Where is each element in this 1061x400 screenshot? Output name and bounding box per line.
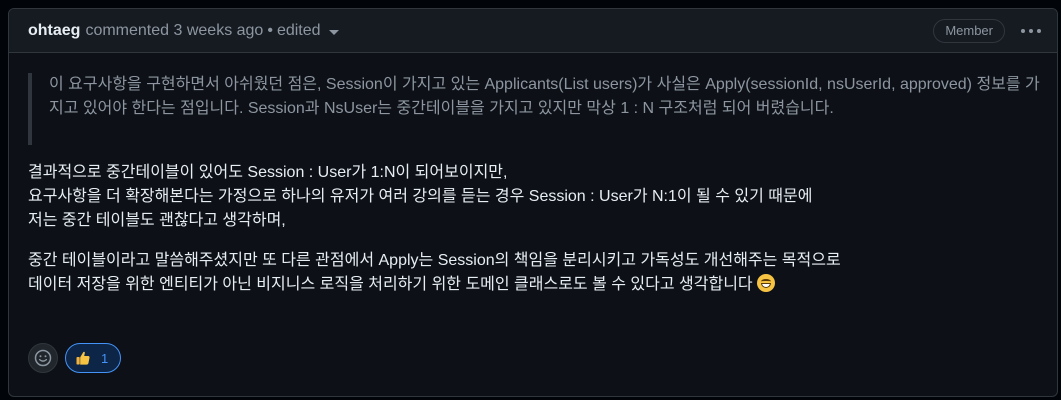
edited-dropdown[interactable]: edited (277, 22, 339, 40)
role-badge: Member (933, 18, 1005, 43)
edited-label: edited (276, 21, 321, 39)
paragraph-2-line-2: 데이터 저장을 위한 엔티티가 아닌 비지니스 로직을 처리하기 위한 도메인 … (28, 276, 753, 293)
paragraph-2-line-1: 중간 테이블이라고 말씀해주셨지만 또 다른 관점에서 Apply는 Sessi… (28, 252, 841, 269)
add-reaction-button[interactable] (28, 343, 58, 373)
comment-body: 이 요구사항을 구현하면서 아쉬웠던 점은, Session이 가지고 있는 A… (28, 53, 1041, 297)
paragraph-1: 결과적으로 중간테이블이 있어도 Session : User가 1:N이 되어… (28, 161, 1041, 233)
kebab-menu-icon[interactable] (1017, 17, 1045, 45)
meta-separator: • (267, 21, 273, 39)
quote-block: 이 요구사항을 구현하면서 아쉬웠던 점은, Session이 가지고 있는 A… (28, 73, 1041, 145)
reactions-bar: 1 (28, 343, 122, 373)
author-link[interactable]: ohtaeg (28, 22, 80, 40)
paragraph-1-line-3: 저는 중간 테이블도 괜찮다고 생각하며, (28, 212, 286, 229)
smile-emoji-icon (756, 274, 775, 292)
caret-down-icon (328, 29, 339, 35)
paragraph-2: 중간 테이블이라고 말씀해주셨지만 또 다른 관점에서 Apply는 Sessi… (28, 249, 1041, 297)
comment-card: ohtaeg commented 3 weeks ago • edited Me… (8, 8, 1058, 397)
quote-text: 이 요구사항을 구현하면서 아쉬웠던 점은, Session이 가지고 있는 A… (49, 76, 1040, 117)
paragraph-1-line-1: 결과적으로 중간테이블이 있어도 Session : User가 1:N이 되어… (28, 164, 508, 181)
smiley-icon (34, 349, 52, 367)
comment-header: ohtaeg commented 3 weeks ago • edited Me… (9, 9, 1057, 53)
thumbs-up-reaction-button[interactable]: 1 (65, 343, 122, 373)
paragraph-1-line-2: 요구사항을 더 확장해본다는 가정으로 하나의 유저가 여러 강의를 듣는 경우… (28, 188, 813, 205)
paragraph-2-line-2-wrap: 데이터 저장을 위한 엔티티가 아닌 비지니스 로직을 처리하기 위한 도메인 … (28, 273, 1041, 297)
comment-timestamp[interactable]: commented 3 weeks ago (85, 22, 263, 40)
thumbs-up-icon (76, 351, 90, 365)
reaction-count: 1 (101, 350, 109, 366)
